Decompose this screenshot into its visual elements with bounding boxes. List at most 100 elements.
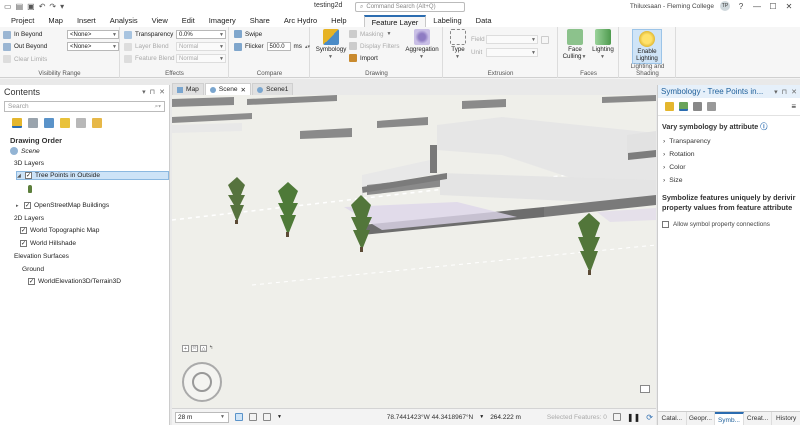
scene-canvas[interactable]: + ⤧ △ ↰	[172, 95, 656, 408]
tab-view[interactable]: View	[145, 15, 175, 27]
editing-icon[interactable]	[60, 118, 70, 128]
tilt-icon[interactable]: ↰	[209, 345, 213, 352]
symbol-layer-icon[interactable]	[693, 102, 702, 111]
table-icon[interactable]	[249, 413, 257, 421]
north-up-icon[interactable]: △	[200, 345, 207, 352]
open-icon[interactable]: ▤	[16, 1, 24, 12]
display-filters-button[interactable]: Display Filters	[349, 42, 400, 50]
chevron-right-icon[interactable]: ▸	[16, 203, 21, 209]
layer-checkbox[interactable]: ✓	[28, 278, 35, 285]
tree-item-hillshade[interactable]: ✓ World Hillshade	[20, 240, 76, 247]
extrusion-type-button[interactable]: Type ▼	[448, 29, 468, 61]
help-button[interactable]: ?	[736, 2, 746, 11]
tab-analysis[interactable]: Analysis	[103, 15, 145, 27]
layer-blend-combo[interactable]: Normal ▼	[176, 42, 226, 51]
labeling-icon[interactable]	[92, 118, 102, 128]
face-culling-button[interactable]: Face Culling▼	[562, 29, 588, 61]
layer-checkbox[interactable]: ✓	[24, 202, 31, 209]
maximize-button[interactable]: ☐	[768, 2, 778, 11]
user-name[interactable]: Thiluxsaan - Fleming College	[630, 3, 714, 10]
tab-geoprocessing[interactable]: Geopr...	[687, 412, 716, 425]
pane-menu-icon[interactable]: ▾	[142, 88, 146, 96]
tab-data[interactable]: Data	[469, 15, 499, 27]
property-rotation[interactable]: › Rotation	[658, 148, 800, 161]
tab-catalog[interactable]: Catal...	[658, 412, 687, 425]
chevron-down-icon[interactable]: ▼	[277, 414, 282, 420]
allow-connections-option[interactable]: Allow symbol property connections	[658, 213, 800, 236]
new-project-icon[interactable]: ▭	[4, 1, 12, 12]
swipe-button[interactable]: Swipe	[234, 30, 262, 38]
snapping-icon[interactable]	[76, 118, 86, 128]
close-icon[interactable]: ✕	[241, 86, 247, 94]
property-size[interactable]: › Size	[658, 174, 800, 187]
tab-symbology[interactable]: Symb...	[715, 412, 744, 425]
chat-icon[interactable]	[640, 385, 650, 393]
data-source-icon[interactable]	[28, 118, 38, 128]
transparency-combo[interactable]: 0.0% ▼	[176, 30, 226, 39]
symbol-properties-icon[interactable]	[707, 102, 716, 111]
tab-map-view[interactable]: Map	[172, 83, 204, 95]
property-color[interactable]: › Color	[658, 161, 800, 174]
tree-item-osm-buildings[interactable]: ▸ ✓ OpenStreetMap Buildings	[16, 202, 109, 209]
tree-item-tree-points[interactable]: ◢ ✓ Tree Points in Outside	[16, 171, 169, 180]
masking-button[interactable]: Masking ▼	[349, 30, 392, 38]
tree-elevation-surfaces[interactable]: Elevation Surfaces	[14, 253, 69, 260]
import-button[interactable]: Import	[349, 54, 378, 62]
layout-icon[interactable]	[263, 413, 271, 421]
symbology-button[interactable]: Symbology ▼	[314, 29, 348, 61]
pane-menu-icon[interactable]: ▾	[774, 88, 778, 96]
tab-map[interactable]: Map	[41, 15, 70, 27]
pause-icon[interactable]: ❚❚	[627, 413, 640, 422]
navigator-control[interactable]	[182, 362, 222, 402]
coordinate-dropdown-icon[interactable]: ▼	[479, 414, 484, 420]
flicker-input[interactable]: 500.0	[266, 42, 291, 51]
pin-icon[interactable]: ⊓	[782, 88, 787, 96]
tab-project[interactable]: Project	[4, 15, 41, 27]
enable-lighting-button[interactable]: Enable Lighting	[632, 29, 662, 64]
tree-item-topographic[interactable]: ✓ World Topographic Map	[20, 227, 99, 234]
command-search-input[interactable]: Command Search (Alt+Q)	[366, 4, 435, 10]
avatar[interactable]: TP	[720, 1, 730, 11]
out-beyond-combo[interactable]: <None> ▼	[67, 42, 119, 51]
lighting-button[interactable]: Lighting ▼	[590, 29, 616, 61]
command-search[interactable]: ⌕ Command Search (Alt+Q)	[355, 2, 465, 12]
tree-scene[interactable]: Scene	[10, 147, 40, 155]
redo-icon[interactable]: ↷	[49, 1, 56, 12]
tree-ground[interactable]: Ground	[22, 266, 44, 273]
undo-icon[interactable]: ↶	[39, 1, 46, 12]
customize-icon[interactable]: ▾	[60, 1, 64, 12]
aggregation-button[interactable]: Aggregation ▼	[403, 29, 441, 61]
tab-imagery[interactable]: Imagery	[202, 15, 243, 27]
tree-item-terrain[interactable]: ✓ WorldElevation3D/Terrain3D	[28, 278, 121, 285]
layer-checkbox[interactable]: ✓	[20, 227, 27, 234]
grid-icon[interactable]	[235, 413, 243, 421]
tab-scene1-view[interactable]: Scene1	[252, 83, 294, 95]
save-icon[interactable]: ▣	[27, 1, 35, 12]
layer-checkbox[interactable]: ✓	[20, 240, 27, 247]
field-combo[interactable]: ▼	[486, 35, 538, 44]
tab-arc-hydro[interactable]: Arc Hydro	[277, 15, 324, 27]
chevron-down-icon[interactable]: ◢	[17, 173, 22, 179]
tree-2d-layers[interactable]: 2D Layers	[14, 215, 44, 222]
clear-limits-button[interactable]: Clear Limits	[3, 55, 47, 63]
primary-symbology-icon[interactable]	[665, 102, 674, 111]
tab-edit[interactable]: Edit	[175, 15, 202, 27]
reload-icon[interactable]: ⟳	[646, 413, 653, 422]
allow-connections-checkbox[interactable]	[662, 221, 669, 228]
tab-create[interactable]: Creat...	[744, 412, 773, 425]
pin-icon[interactable]: ⊓	[150, 88, 155, 96]
close-icon[interactable]: ✕	[159, 88, 165, 96]
drawing-order-icon[interactable]	[12, 118, 22, 128]
minimize-button[interactable]: —	[752, 2, 762, 11]
close-icon[interactable]: ✕	[791, 88, 797, 96]
tab-feature-layer[interactable]: Feature Layer	[363, 15, 427, 27]
selection-icon[interactable]	[44, 118, 54, 128]
tab-scene-view[interactable]: Scene ✕	[204, 83, 252, 95]
layer-checkbox[interactable]: ✓	[25, 172, 32, 179]
tab-help[interactable]: Help	[324, 15, 353, 27]
in-beyond-combo[interactable]: <None> ▼	[67, 30, 119, 39]
tab-insert[interactable]: Insert	[70, 15, 103, 27]
tab-labeling[interactable]: Labeling	[426, 15, 468, 27]
contents-search-input[interactable]: Search ⌕▾	[4, 101, 165, 112]
close-button[interactable]: ✕	[784, 2, 794, 11]
